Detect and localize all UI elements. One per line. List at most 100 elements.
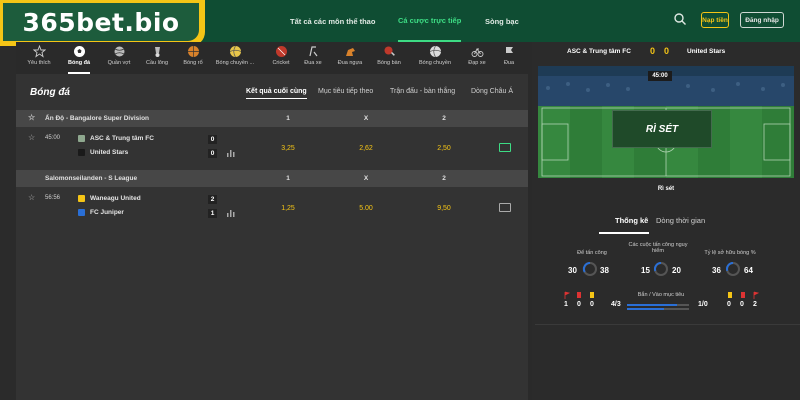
stat-label: Các cuộc tấn công nguy hiểm [628, 242, 688, 254]
match-time: 56:56 [45, 195, 61, 201]
match-row[interactable]: ☆ 56:56 Waneagu United FC Juniper 2 1 1,… [16, 189, 528, 229]
volleyball-icon [229, 45, 241, 58]
match-time: 45:00 [45, 135, 61, 141]
home-score: 0 [208, 135, 217, 144]
team-name: ASC & Trung tâm FC [90, 135, 154, 142]
star-icon[interactable]: ☆ [28, 113, 35, 122]
home-team: Waneagu United [78, 195, 141, 202]
home-red-cards: 0 [577, 301, 581, 308]
odds-home[interactable]: 3,25 [268, 145, 308, 152]
sport-label: Bóng chuyền ... [215, 60, 255, 66]
sport-label: Bóng rổ [183, 60, 203, 66]
logo-text: 365bet.bio [22, 7, 180, 37]
away-shots: 1/0 [698, 301, 708, 308]
stat-ring [582, 261, 597, 276]
horse-icon [345, 48, 355, 56]
sport-filter-bar: Yêu thích Bóng đá Quần vợt Cầu lông Bóng… [16, 42, 528, 74]
live-pitch-icon[interactable] [499, 203, 511, 212]
stat-home-value: 36 [712, 266, 721, 275]
sport-label: Bóng chuyền [418, 60, 452, 66]
stat-away-value: 20 [672, 266, 681, 275]
away-corners: 2 [753, 301, 757, 308]
sport-label: Yêu thích [27, 60, 51, 66]
away-team: United Stars [78, 149, 128, 156]
card-icons-away [728, 291, 760, 299]
nav-live-betting[interactable]: Cá cược trực tiếp [398, 0, 462, 42]
tab-asian-lines[interactable]: Dòng Châu Á [471, 88, 513, 95]
odds-home[interactable]: 1,25 [268, 205, 308, 212]
event-overlay: RÌ SÉT [612, 110, 712, 148]
tab-match-goals[interactable]: Trận đấu - bàn thắng [390, 88, 455, 95]
star-icon[interactable]: ☆ [28, 133, 35, 142]
away-score: 1 [208, 209, 217, 218]
table-tennis-icon [384, 46, 395, 56]
home-yellow-cards: 0 [590, 301, 594, 308]
odds-away[interactable]: 9,50 [424, 205, 464, 212]
nav-casino[interactable]: Sòng bạc [485, 0, 519, 42]
odds-header-2: 2 [442, 175, 446, 182]
sport-label: Quần vợt [107, 60, 131, 66]
match-visualization: 45:00 RÌ SÉT Rì sét [538, 66, 794, 202]
flag-icon [505, 47, 513, 57]
stat-label: Tỷ lệ sở hữu bóng % [704, 250, 756, 256]
tab-timeline[interactable]: Dòng thời gian [656, 216, 705, 225]
stats-icon[interactable] [227, 209, 235, 217]
sport-label: Cầu lông [145, 60, 169, 66]
sport-item-volleyball[interactable]: Bóng chuyền [412, 45, 458, 66]
team-name: FC Juniper [90, 209, 124, 216]
sport-label: Bóng bàn [377, 60, 401, 66]
live-away-score: 0 [664, 46, 670, 56]
odds-header-x: X [363, 175, 369, 182]
sport-label: Đạp xe [468, 60, 486, 66]
league-header[interactable]: Salomonseilanden - S League 1 X 2 [16, 170, 528, 187]
odds-away[interactable]: 2,50 [424, 145, 464, 152]
racing-icon [308, 46, 317, 57]
sports-panel: Yêu thích Bóng đá Quần vợt Cầu lông Bóng… [16, 42, 528, 400]
card-icons-home [564, 291, 594, 299]
live-pitch-icon[interactable] [499, 143, 511, 152]
star-icon [32, 45, 46, 58]
sport-label: Đua xe [304, 60, 322, 66]
live-match-panel: ASC & Trung tâm FC 0 0 United Stars 45:0… [535, 42, 800, 400]
league-header[interactable]: ☆ Ấn Độ - Bangalore Super Division 1 X 2 [16, 110, 528, 127]
stats-icon[interactable] [227, 149, 235, 157]
tab-statistics[interactable]: Thống kê [615, 216, 648, 225]
stat-away-value: 38 [600, 266, 609, 275]
tab-full-time-result[interactable]: Kết quả cuối cùng [246, 88, 307, 99]
logo[interactable]: 365bet.bio [0, 0, 205, 46]
stat-away-value: 64 [744, 266, 753, 275]
login-button[interactable]: Đăng nhập [740, 12, 784, 28]
league-name: Salomonseilanden - S League [45, 175, 138, 182]
odds-draw[interactable]: 5.00 [346, 205, 386, 212]
odds-draw[interactable]: 2,62 [346, 145, 386, 152]
stat-home-value: 30 [568, 266, 577, 275]
top-bar: 365bet.bio Tất cả các môn thể thao Cá cư… [0, 0, 800, 46]
star-icon[interactable]: ☆ [28, 193, 35, 202]
match-clock: 45:00 [648, 71, 672, 81]
deposit-button[interactable]: Nạp tiền [701, 12, 729, 28]
scrollbar[interactable] [528, 42, 532, 400]
sport-item-racing[interactable]: Đua [486, 45, 532, 66]
home-corners: 1 [564, 301, 568, 308]
odds-header-1: 1 [286, 115, 290, 122]
stat-home-value: 15 [641, 266, 650, 275]
shuttlecock-icon [154, 47, 160, 57]
nav-all-sports[interactable]: Tất cả các môn thể thao [290, 0, 375, 42]
search-icon[interactable] [673, 12, 687, 26]
sport-item-table-tennis[interactable]: Bóng bàn [366, 45, 412, 66]
sport-label: Cricket [272, 60, 290, 66]
stats-tabs: Thống kê Dòng thời gian [535, 212, 800, 234]
away-yellow-cards: 0 [727, 301, 731, 308]
jersey-icon [78, 195, 85, 202]
sport-item-volleyball-beach[interactable]: Bóng chuyền ... [212, 45, 258, 66]
tab-next-goal[interactable]: Mục tiêu tiếp theo [318, 88, 373, 95]
team-name: United Stars [90, 149, 129, 156]
sport-label: Bóng đá [68, 60, 90, 66]
match-row[interactable]: ☆ 45:00 ASC & Trung tâm FC United Stars … [16, 129, 528, 169]
odds-header-1: 1 [286, 175, 290, 182]
on-target-bar [627, 308, 689, 310]
league-name: Ấn Độ - Bangalore Super Division [45, 115, 150, 122]
stat-label: Để tấn công [577, 250, 607, 256]
sport-item-basketball[interactable]: Bóng rổ [170, 45, 216, 66]
shots-bar [627, 304, 689, 306]
